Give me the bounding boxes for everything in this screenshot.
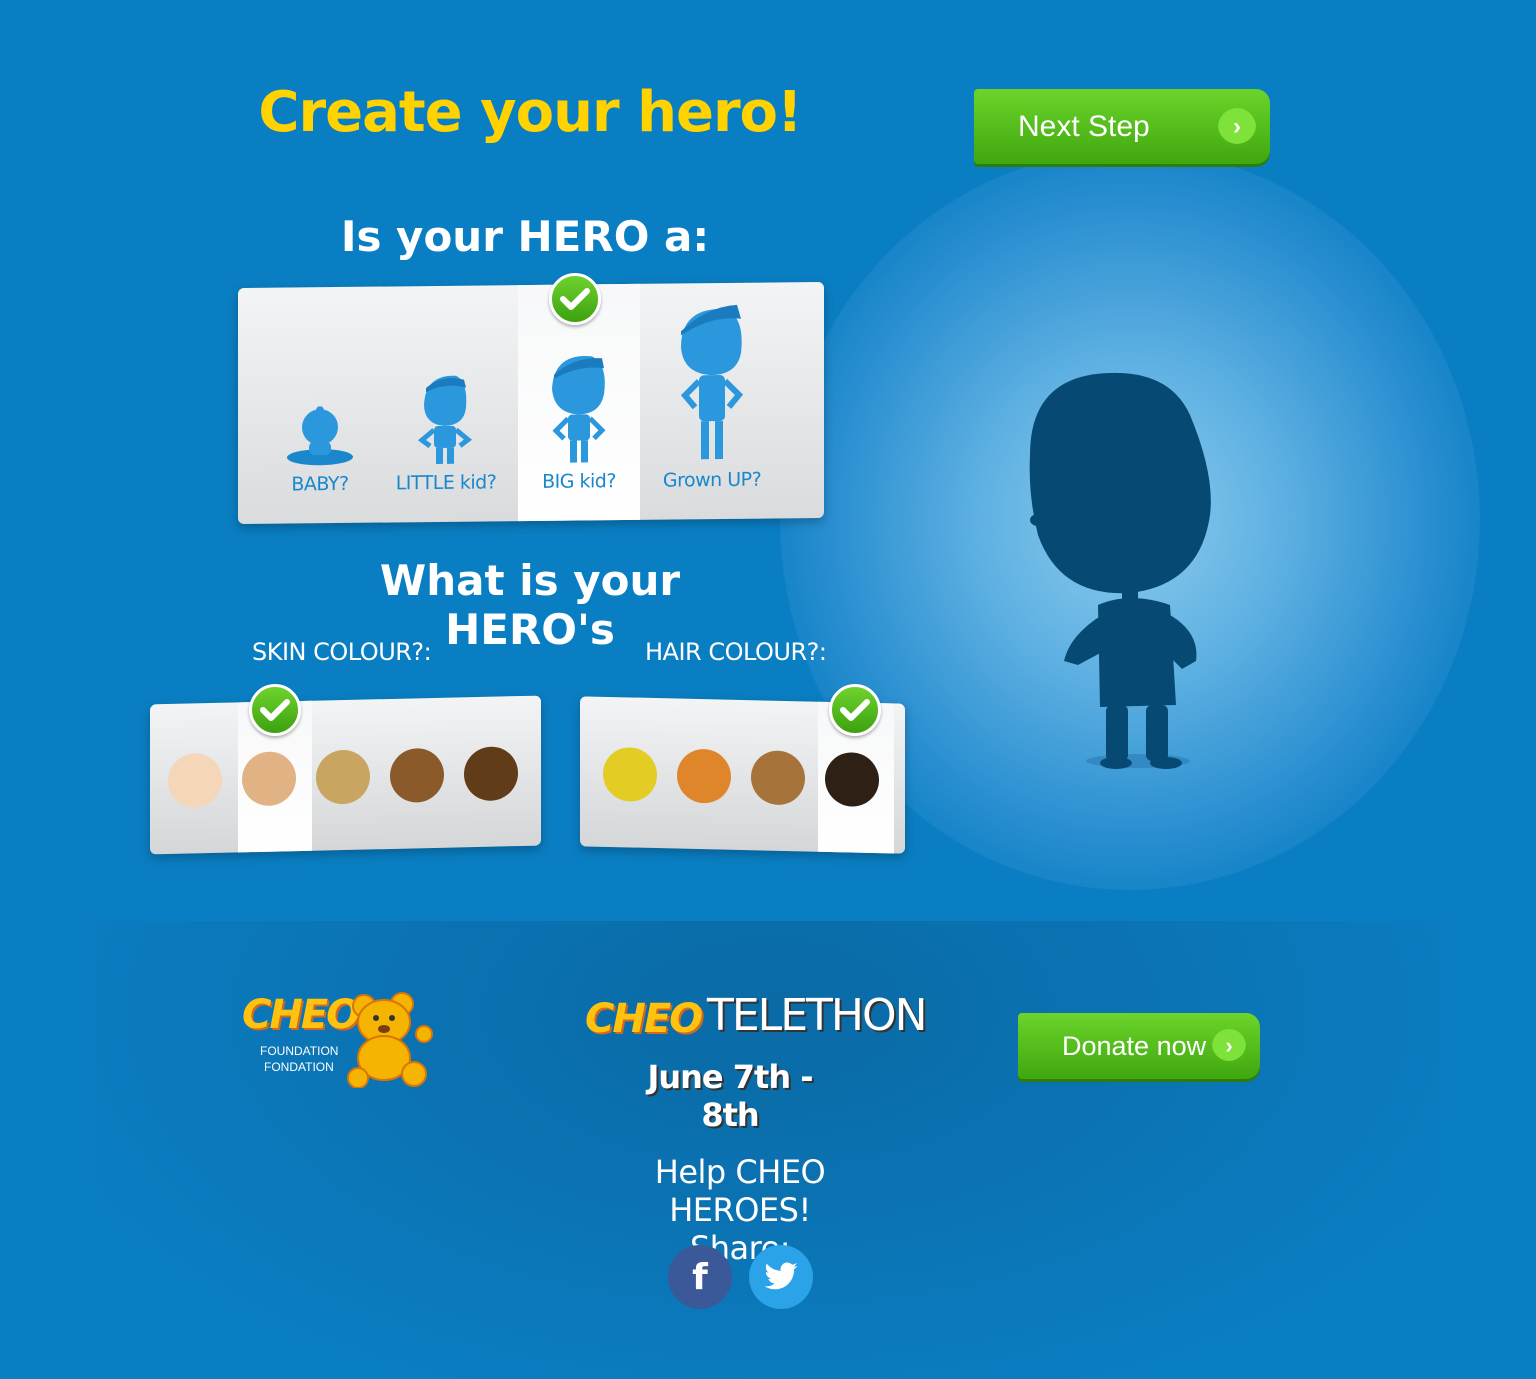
- facebook-icon: f: [692, 1256, 708, 1298]
- age-label-big-kid: BIG kid?: [542, 470, 616, 493]
- page-title: Create your hero!: [258, 80, 802, 145]
- age-label-little-kid: LITTLE kid?: [395, 471, 497, 495]
- age-selected-check-icon: [549, 273, 601, 325]
- help-heroes-text: Help CHEO HEROES!: [654, 1153, 826, 1229]
- telethon-logo: CHEO TELETHON: [585, 990, 928, 1050]
- telethon-brand-text: CHEO: [585, 996, 703, 1042]
- telethon-word-text: TELETHON: [707, 990, 928, 1041]
- next-step-label: Next Step: [1018, 109, 1150, 143]
- age-question: Is your HERO a:: [340, 212, 710, 261]
- next-step-button[interactable]: Next Step ›: [974, 89, 1270, 164]
- cheo-foundation-logo[interactable]: CHEO FOUNDATION FONDATION: [240, 992, 440, 1092]
- twitter-icon: [764, 1262, 798, 1290]
- age-options-panel: BABY? LITTLE kid? BIG kid? Grown UP?: [238, 281, 824, 525]
- share-label: Share:: [689, 1229, 791, 1267]
- hair-colour-swatch-4[interactable]: [825, 751, 879, 808]
- facebook-share-button[interactable]: f: [668, 1245, 732, 1309]
- hair-colour-swatch-2[interactable]: [677, 748, 731, 804]
- telethon-date: June 7th - 8th: [647, 1058, 813, 1134]
- hair-colour-swatch-3[interactable]: [751, 750, 805, 806]
- share-prompt: Help CHEO HEROES! Share:: [580, 1153, 900, 1267]
- baby-figure-icon: [287, 406, 353, 466]
- big-kid-figure-icon: [552, 356, 606, 463]
- twitter-share-button[interactable]: [749, 1245, 813, 1309]
- age-option-grown-up[interactable]: Grown UP?: [642, 282, 782, 519]
- grown-up-figure-icon: [680, 304, 744, 460]
- donate-now-button[interactable]: Donate now ›: [1018, 1013, 1260, 1079]
- cheo-logo-text: CHEO: [242, 992, 360, 1038]
- age-option-little-kid[interactable]: LITTLE kid?: [386, 285, 506, 522]
- age-option-baby[interactable]: BABY?: [260, 287, 380, 524]
- age-label-grown-up: Grown UP?: [662, 468, 762, 492]
- chevron-right-icon: ›: [1218, 107, 1256, 146]
- skin-colour-swatch-1[interactable]: [168, 752, 222, 809]
- skin-colour-swatch-3[interactable]: [316, 749, 370, 805]
- hair-colour-swatch-1[interactable]: [603, 746, 657, 803]
- hero-silhouette: [1029, 372, 1211, 769]
- chevron-right-icon: ›: [1212, 1029, 1246, 1063]
- donate-now-label: Donate now: [1062, 1030, 1207, 1061]
- teddy-bear-icon: [347, 992, 433, 1088]
- skin-colour-panel: [150, 695, 541, 855]
- skin-colour-swatch-5[interactable]: [464, 746, 518, 802]
- hair-colour-label: HAIR COLOUR?:: [645, 638, 827, 666]
- logo-foundation-text: FOUNDATION: [260, 1044, 339, 1058]
- age-label-baby: BABY?: [291, 472, 349, 496]
- skin-selected-check-icon: [249, 684, 301, 736]
- logo-fondation-text: FONDATION: [264, 1060, 334, 1074]
- little-kid-figure-icon: [417, 375, 473, 464]
- skin-colour-swatch-4[interactable]: [390, 747, 444, 803]
- hair-selected-check-icon: [829, 684, 881, 736]
- skin-colour-label: SKIN COLOUR?:: [252, 638, 432, 666]
